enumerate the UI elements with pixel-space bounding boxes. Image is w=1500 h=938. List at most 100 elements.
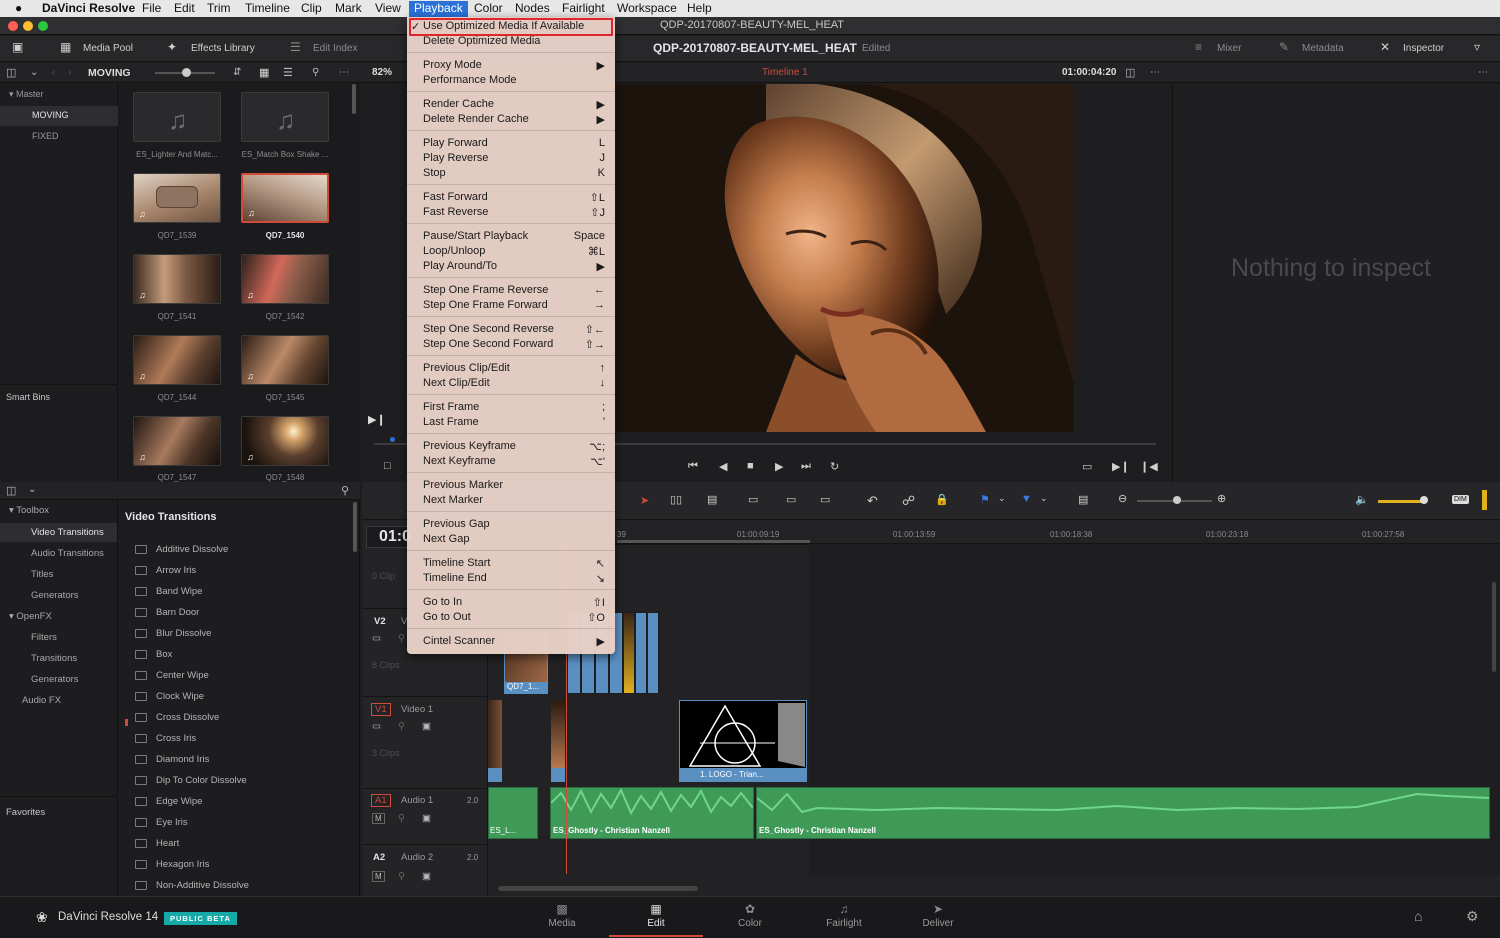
dim-button[interactable]: DIM [1452, 495, 1469, 504]
clip-v2[interactable] [623, 612, 635, 694]
clip-thumbnail[interactable]: ♫ [241, 254, 329, 304]
clip-v1[interactable] [551, 700, 565, 782]
zoom-out-icon[interactable]: ⊖ [1118, 492, 1127, 505]
menu-mark[interactable]: Mark [335, 1, 362, 17]
play-viewer-icon[interactable]: ▶❙ [368, 413, 386, 426]
transition-item[interactable]: Box [129, 645, 351, 666]
menu-fairlight[interactable]: Fairlight [562, 1, 605, 17]
viewer-zoom[interactable]: 82% [372, 67, 392, 78]
track-name[interactable]: Video 1 [401, 704, 433, 715]
transitions-label[interactable]: Transitions [31, 653, 77, 664]
zoom-slider-knob[interactable] [1173, 496, 1181, 504]
video-transitions-label[interactable]: Video Transitions [31, 527, 104, 538]
marker-icon[interactable]: ▼ [1021, 493, 1032, 505]
menu-item[interactable]: Previous Keyframe ⌥; [423, 440, 605, 455]
menu-workspace[interactable]: Workspace [617, 1, 677, 17]
clip-v2[interactable] [647, 612, 659, 694]
transition-item[interactable]: Cross Iris [129, 729, 351, 750]
menu-item[interactable]: Play Forward L [423, 137, 605, 152]
generators-label[interactable]: Generators [31, 590, 79, 601]
sort-icon[interactable]: ⇵ [233, 67, 241, 78]
transition-item[interactable]: Blur Dissolve [129, 624, 351, 645]
scrubber-playhead[interactable] [390, 437, 395, 442]
loop-icon[interactable]: ↻ [830, 460, 839, 473]
chevron-down-icon[interactable]: ⌄ [28, 484, 36, 495]
grid-view-icon[interactable]: ▦ [259, 66, 269, 79]
filters-label[interactable]: Filters [31, 632, 57, 643]
crop-icon[interactable]: □ [384, 460, 391, 472]
monitor-icon[interactable]: ▭ [372, 721, 381, 732]
blade-tool-icon[interactable]: ▤ [707, 493, 717, 506]
transition-item[interactable]: Diamond Iris [129, 750, 351, 771]
page-media[interactable]: ▩ Media [515, 901, 609, 937]
page-color[interactable]: ✿ Color [703, 901, 797, 937]
thumbnail-size-knob[interactable] [182, 68, 191, 77]
mute-button[interactable]: M [372, 871, 385, 882]
menu-item[interactable]: Next Keyframe ⌥' [423, 455, 605, 470]
expand-icon[interactable]: ▿ [1474, 40, 1480, 54]
clip-thumbnail[interactable]: ♫ [241, 416, 329, 466]
menu-edit[interactable]: Edit [174, 1, 195, 17]
clip-thumbnail[interactable]: ♫ [133, 173, 221, 223]
auto-select-icon[interactable]: ▣ [422, 813, 431, 824]
menu-item[interactable]: Step One Frame Forward → [423, 299, 605, 314]
mixer-icon[interactable]: ≡ [1195, 40, 1202, 54]
selection-tool-icon[interactable]: ➤ [640, 494, 649, 507]
menu-item[interactable]: Stop K [423, 167, 605, 182]
menu-item[interactable]: Proxy Mode ▶ [423, 59, 605, 74]
home-icon[interactable]: ⌂ [1414, 908, 1422, 924]
bin-list-toggle-icon[interactable]: ◫ [6, 66, 16, 79]
media-pool-icon[interactable]: ▦ [60, 40, 71, 54]
track-id[interactable]: A2 [373, 852, 385, 863]
next-edit-icon[interactable]: ▶❙ [1112, 460, 1130, 473]
page-edit[interactable]: ▦ Edit [609, 901, 703, 937]
clip-thumbnail[interactable]: ♫ [133, 92, 221, 142]
transition-item[interactable]: Band Wipe [129, 582, 351, 603]
pool-scrollbar[interactable] [352, 84, 356, 114]
menu-item[interactable]: Fast Reverse ⇧J [423, 206, 605, 221]
apple-icon[interactable]: ● [15, 1, 22, 17]
match-frame-icon[interactable]: ▭ [1082, 460, 1092, 473]
generators-openfx-label[interactable]: Generators [31, 674, 79, 685]
clip-thumbnail-selected[interactable]: ♫ [241, 173, 329, 223]
menu-item[interactable]: Go to Out ⇧O [423, 611, 605, 626]
forward-icon[interactable]: › [68, 67, 71, 78]
close-window-button[interactable] [8, 21, 18, 31]
page-fairlight[interactable]: ♫ Fairlight [797, 901, 891, 937]
lock-icon[interactable]: ⚲ [398, 871, 405, 882]
menu-playback[interactable]: Playback [409, 1, 468, 17]
play-forward-icon[interactable]: ▶ [775, 460, 783, 473]
menu-nodes[interactable]: Nodes [515, 1, 550, 17]
lock-icon[interactable]: ⚲ [398, 633, 405, 644]
clip-v1[interactable] [488, 700, 502, 782]
more-options-icon[interactable]: ⋯ [339, 67, 349, 78]
effects-library-button[interactable]: Effects Library [191, 43, 255, 54]
transition-item[interactable]: Dip To Color Dissolve [129, 771, 351, 792]
edit-index-button[interactable]: Edit Index [313, 43, 357, 54]
transition-item[interactable]: Edge Wipe [129, 792, 351, 813]
menu-item[interactable]: Go to In ⇧I [423, 596, 605, 611]
audio-transitions-label[interactable]: Audio Transitions [31, 548, 104, 559]
play-reverse-icon[interactable]: ◀ [719, 460, 727, 473]
menu-item[interactable]: Previous Marker [423, 479, 605, 494]
monitor-icon[interactable]: ▭ [372, 633, 381, 644]
menu-item[interactable]: Delete Optimized Media [423, 35, 605, 50]
timeline-name[interactable]: Timeline 1 [762, 67, 808, 78]
trim-tool-icon[interactable]: ▯▯ [670, 493, 682, 506]
page-deliver[interactable]: ➤ Deliver [891, 901, 985, 937]
volume-slider[interactable] [1378, 500, 1426, 503]
jump-to-start-icon[interactable]: ⏮ [688, 460, 698, 473]
menu-help[interactable]: Help [687, 1, 712, 17]
menu-item[interactable]: Performance Mode [423, 74, 605, 89]
effects-search-icon[interactable]: ⚲ [341, 484, 349, 497]
openfx-category[interactable]: ▾ OpenFX [9, 611, 52, 622]
media-pool-button[interactable]: Media Pool [83, 43, 133, 54]
menu-item[interactable]: Fast Forward ⇧L [423, 191, 605, 206]
lock-icon[interactable]: ⚲ [398, 721, 405, 732]
link-icon[interactable]: ☍ [902, 493, 915, 509]
menu-item[interactable]: Timeline End ↘ [423, 572, 605, 587]
stop-icon[interactable]: ■ [747, 460, 754, 472]
track-name[interactable]: Audio 1 [401, 795, 433, 806]
menu-item[interactable]: Timeline Start ↖ [423, 557, 605, 572]
clip-thumbnail[interactable]: ♫ [133, 335, 221, 385]
